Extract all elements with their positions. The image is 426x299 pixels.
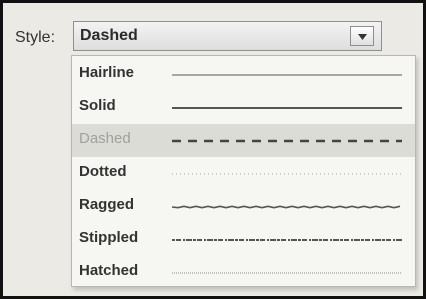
option-hatched[interactable]: Hatched (72, 256, 415, 289)
style-label: Style: (15, 29, 56, 46)
style-options-list: Hairline Solid Dashed Dotted Ragged Stippled H… (71, 55, 416, 287)
hairline-line-preview (172, 74, 402, 76)
option-dashed[interactable]: Dashed (72, 124, 415, 157)
option-label: Hairline (79, 64, 135, 81)
hatched-line-preview (172, 272, 402, 274)
style-dropdown-value: Dashed (80, 27, 138, 44)
dashed-line-preview (172, 139, 402, 143)
dropdown-arrow-icon[interactable] (350, 26, 374, 46)
option-ragged[interactable]: Ragged (72, 190, 415, 223)
option-label: Dashed (79, 130, 131, 147)
line-style-panel: Style: Dashed Hairline Solid Dashed Dotted R… (0, 0, 426, 299)
option-label: Dotted (79, 163, 127, 180)
option-dotted[interactable]: Dotted (72, 157, 415, 190)
option-label: Hatched (79, 262, 139, 279)
option-stippled[interactable]: Stippled (72, 223, 415, 256)
dotted-line-preview (172, 173, 402, 175)
option-label: Stippled (79, 229, 139, 246)
solid-line-preview (172, 107, 402, 109)
option-label: Solid (79, 97, 116, 114)
style-dropdown[interactable]: Dashed (73, 21, 382, 51)
option-label: Ragged (79, 196, 135, 213)
stippled-line-preview (172, 239, 402, 241)
ragged-line-preview (172, 205, 401, 209)
option-hairline[interactable]: Hairline (72, 58, 415, 91)
option-solid[interactable]: Solid (72, 91, 415, 124)
